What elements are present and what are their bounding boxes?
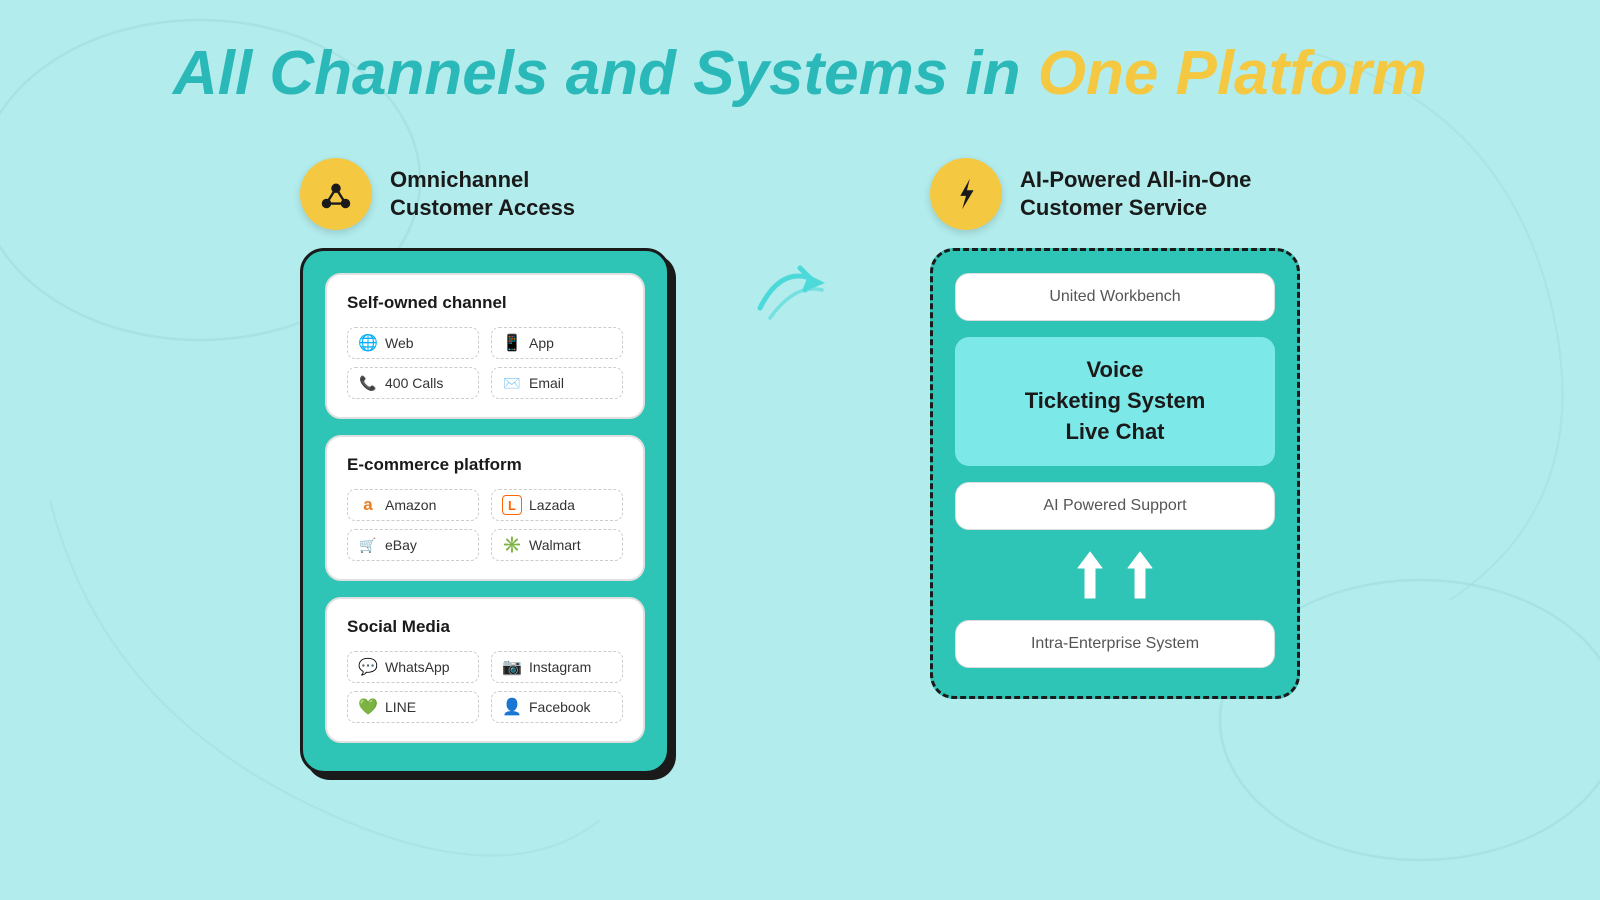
- channel-instagram-label: Instagram: [529, 659, 591, 675]
- social-media-section: Social Media 💬 WhatsApp 📷 Instagram 💚: [325, 597, 645, 743]
- walmart-icon: ✳️: [502, 535, 522, 555]
- channel-email-label: Email: [529, 375, 564, 391]
- channel-email: ✉️ Email: [491, 367, 623, 399]
- channel-walmart: ✳️ Walmart: [491, 529, 623, 561]
- left-card-container: Self-owned channel 🌐 Web 📱 App 📞 400: [300, 248, 670, 774]
- ecommerce-title: E-commerce platform: [347, 455, 623, 475]
- channel-lazada: L Lazada: [491, 489, 623, 521]
- arrow-up-1: [1074, 550, 1106, 600]
- flow-arrow-svg: [750, 248, 850, 328]
- omnichannel-icon: [300, 158, 372, 230]
- channel-app-label: App: [529, 335, 554, 351]
- channel-app: 📱 App: [491, 327, 623, 359]
- title-part1: All Channels and Systems in: [173, 39, 1038, 108]
- channel-whatsapp-label: WhatsApp: [385, 659, 450, 675]
- right-card-container: United Workbench Voice Ticketing System …: [930, 248, 1300, 698]
- ai-powered-support-card: AI Powered Support: [955, 482, 1275, 530]
- channel-400calls-label: 400 Calls: [385, 375, 443, 391]
- channel-whatsapp: 💬 WhatsApp: [347, 651, 479, 683]
- channel-line-label: LINE: [385, 699, 416, 715]
- line-icon: 💚: [358, 697, 378, 717]
- channel-web: 🌐 Web: [347, 327, 479, 359]
- email-icon: ✉️: [502, 373, 522, 393]
- channel-400calls: 📞 400 Calls: [347, 367, 479, 399]
- channel-lazada-label: Lazada: [529, 497, 575, 513]
- channel-ebay-label: eBay: [385, 537, 417, 553]
- intra-enterprise-card: Intra-Enterprise System: [955, 620, 1275, 668]
- social-media-title: Social Media: [347, 617, 623, 637]
- ebay-icon: 🛒: [358, 535, 378, 555]
- core-services-text: Voice Ticketing System Live Chat: [975, 355, 1255, 447]
- intra-enterprise-label: Intra-Enterprise System: [1031, 635, 1199, 652]
- instagram-icon: 📷: [502, 657, 522, 677]
- self-owned-section: Self-owned channel 🌐 Web 📱 App 📞 400: [325, 273, 645, 419]
- left-col-title: Omnichannel Customer Access: [390, 166, 575, 223]
- self-owned-title: Self-owned channel: [347, 293, 623, 313]
- right-column: AI-Powered All-in-One Customer Service U…: [930, 158, 1300, 698]
- left-column: Omnichannel Customer Access Self-owned c…: [300, 158, 670, 774]
- core-services-card: Voice Ticketing System Live Chat: [955, 337, 1275, 465]
- amazon-icon: a: [358, 495, 378, 515]
- channel-amazon: a Amazon: [347, 489, 479, 521]
- social-media-grid: 💬 WhatsApp 📷 Instagram 💚 LINE 👤: [347, 651, 623, 723]
- facebook-icon: 👤: [502, 697, 522, 717]
- ai-powered-icon: [930, 158, 1002, 230]
- channel-facebook-label: Facebook: [529, 699, 590, 715]
- page-title: All Channels and Systems in One Platform: [173, 40, 1427, 108]
- right-col-title: AI-Powered All-in-One Customer Service: [1020, 166, 1251, 223]
- phone-icon: 📞: [358, 373, 378, 393]
- ecommerce-grid: a Amazon L Lazada 🛒 eBay ✳️: [347, 489, 623, 561]
- app-icon: 📱: [502, 333, 522, 353]
- united-workbench-label: United Workbench: [1049, 288, 1180, 305]
- channel-line: 💚 LINE: [347, 691, 479, 723]
- globe-icon: 🌐: [358, 333, 378, 353]
- united-workbench-card: United Workbench: [955, 273, 1275, 321]
- lazada-icon: L: [502, 495, 522, 515]
- channel-web-label: Web: [385, 335, 414, 351]
- channel-walmart-label: Walmart: [529, 537, 581, 553]
- hub-svg: [317, 175, 355, 213]
- lightning-svg: [947, 175, 985, 213]
- channel-instagram: 📷 Instagram: [491, 651, 623, 683]
- data-flow-arrows: [955, 546, 1275, 604]
- arrow-up-2: [1124, 550, 1156, 600]
- channel-amazon-label: Amazon: [385, 497, 436, 513]
- ai-powered-support-label: AI Powered Support: [1043, 497, 1186, 514]
- right-col-header: AI-Powered All-in-One Customer Service: [930, 158, 1251, 230]
- channel-facebook: 👤 Facebook: [491, 691, 623, 723]
- whatsapp-icon: 💬: [358, 657, 378, 677]
- left-col-header: Omnichannel Customer Access: [300, 158, 575, 230]
- middle-arrow: [750, 248, 850, 328]
- self-owned-grid: 🌐 Web 📱 App 📞 400 Calls ✉️: [347, 327, 623, 399]
- ecommerce-section: E-commerce platform a Amazon L Lazada 🛒: [325, 435, 645, 581]
- title-part2: One Platform: [1038, 39, 1427, 108]
- channel-ebay: 🛒 eBay: [347, 529, 479, 561]
